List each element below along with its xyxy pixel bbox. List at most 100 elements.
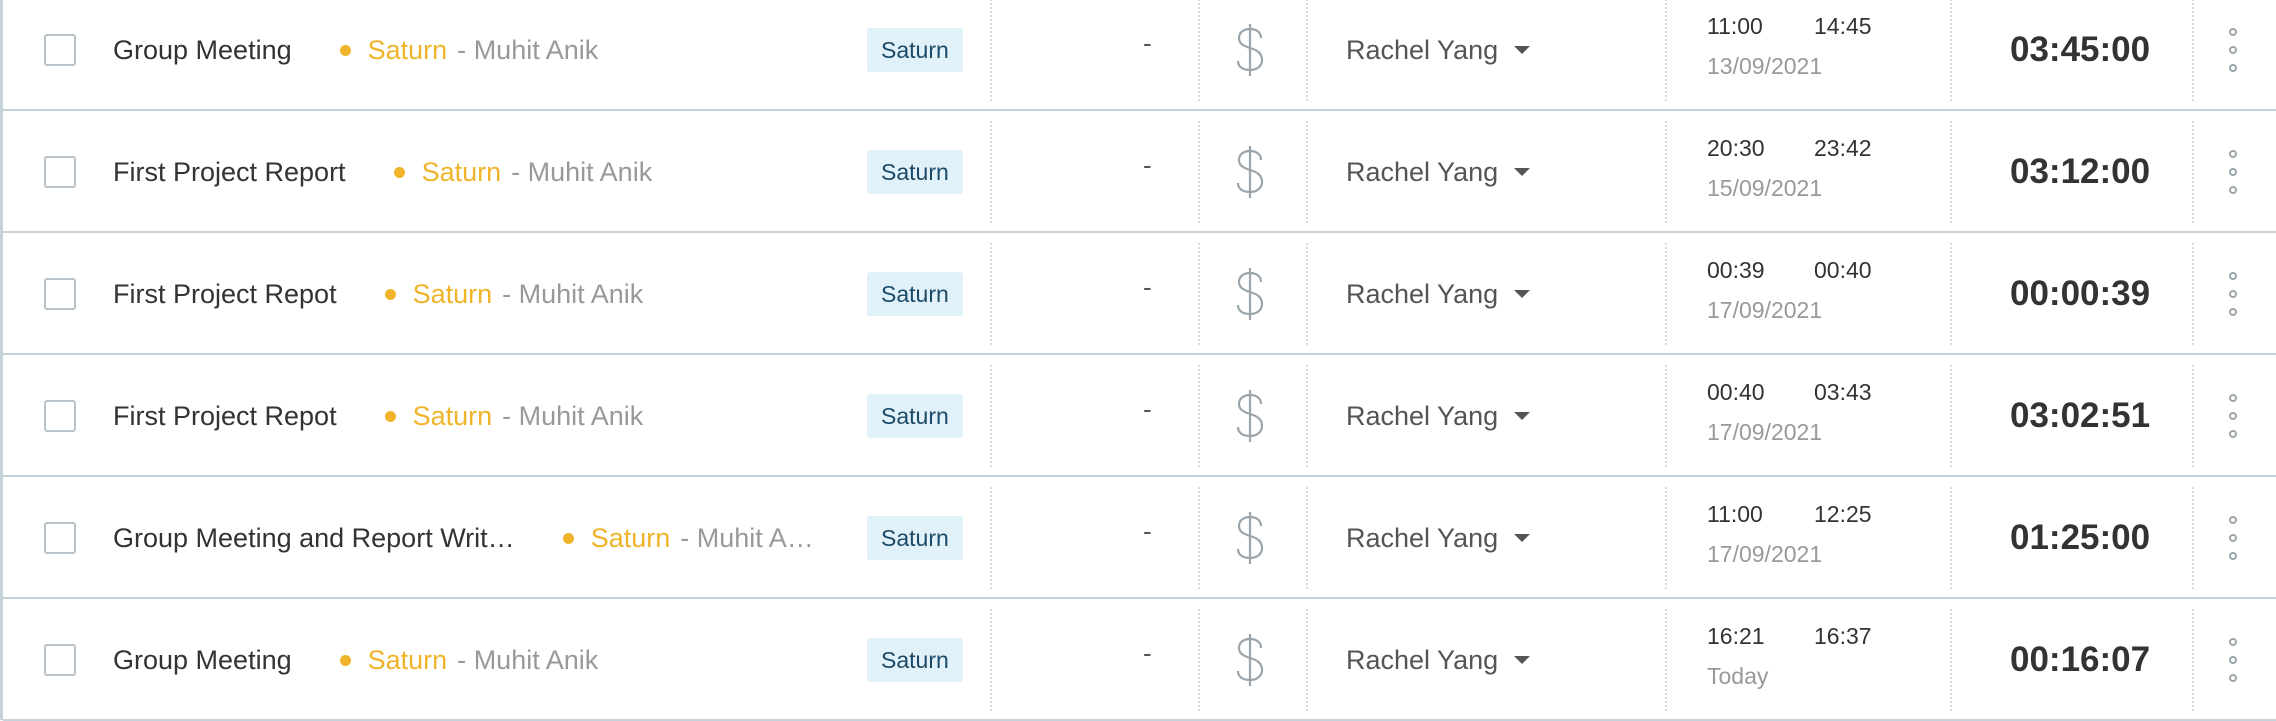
column-divider (2192, 487, 2194, 589)
column-divider (990, 487, 992, 589)
dollar-icon[interactable] (1230, 510, 1270, 566)
column-divider (1665, 365, 1667, 467)
user-dropdown[interactable]: Rachel Yang (1346, 154, 1531, 190)
start-time[interactable]: 00:39 (1707, 257, 1765, 284)
entry-date[interactable]: 13/09/2021 (1707, 53, 1822, 80)
more-options-icon[interactable] (2225, 150, 2241, 194)
entry-project[interactable]: Saturn - Muhit Anik (339, 35, 598, 66)
entry-checkbox[interactable] (44, 278, 76, 310)
start-time[interactable]: 20:30 (1707, 135, 1765, 162)
start-time[interactable]: 11:00 (1707, 501, 1763, 528)
column-divider (1665, 243, 1667, 345)
entry-description[interactable]: Group Meeting (113, 35, 292, 66)
end-time[interactable]: 12:25 (1814, 501, 1872, 528)
project-color-dot-icon (339, 654, 351, 666)
entry-checkbox[interactable] (44, 34, 76, 66)
entry-task[interactable]: - (1143, 638, 1152, 669)
entry-tag[interactable]: Saturn (867, 516, 963, 560)
entry-task[interactable]: - (1143, 272, 1152, 303)
entry-date[interactable]: 17/09/2021 (1707, 541, 1822, 568)
entry-tag[interactable]: Saturn (867, 272, 963, 316)
entry-checkbox[interactable] (44, 644, 76, 676)
entry-checkbox[interactable] (44, 400, 76, 432)
client-name: - Muhit A… (680, 522, 814, 553)
more-options-icon[interactable] (2225, 272, 2241, 316)
end-time[interactable]: 14:45 (1814, 13, 1872, 40)
user-dropdown[interactable]: Rachel Yang (1346, 520, 1531, 556)
entry-duration[interactable]: 03:02:51 (2010, 396, 2150, 436)
entry-date[interactable]: Today (1707, 663, 1768, 690)
column-divider (1665, 609, 1667, 711)
entry-project[interactable]: Saturn - Muhit Anik (339, 645, 598, 676)
time-entry-row: Group Meeting and Report Writ… Saturn - … (3, 479, 2276, 599)
entry-duration[interactable]: 03:12:00 (2010, 152, 2150, 192)
end-time[interactable]: 16:37 (1814, 623, 1872, 650)
dollar-icon[interactable] (1230, 144, 1270, 200)
user-dropdown[interactable]: Rachel Yang (1346, 276, 1531, 312)
entry-tag[interactable]: Saturn (867, 394, 963, 438)
entry-description[interactable]: First Project Report (113, 157, 346, 188)
column-divider (1306, 121, 1308, 223)
time-entry-row: First Project Report Saturn - Muhit Anik… (3, 113, 2276, 233)
column-divider (1665, 121, 1667, 223)
more-options-icon[interactable] (2225, 516, 2241, 560)
dollar-icon[interactable] (1230, 632, 1270, 688)
column-divider (990, 243, 992, 345)
caret-down-icon (1514, 656, 1531, 664)
end-time[interactable]: 03:43 (1814, 379, 1872, 406)
entry-duration[interactable]: 03:45:00 (2010, 30, 2150, 70)
entry-project[interactable]: Saturn - Muhit Anik (384, 279, 643, 310)
end-time[interactable]: 00:40 (1814, 257, 1872, 284)
more-options-icon[interactable] (2225, 28, 2241, 72)
entry-tag[interactable]: Saturn (867, 28, 963, 72)
entry-tag[interactable]: Saturn (867, 150, 963, 194)
column-divider (1198, 121, 1200, 223)
dollar-icon[interactable] (1230, 388, 1270, 444)
entry-checkbox[interactable] (44, 156, 76, 188)
caret-down-icon (1514, 46, 1531, 54)
entry-tag[interactable]: Saturn (867, 638, 963, 682)
entry-task[interactable]: - (1143, 150, 1152, 181)
entry-project[interactable]: Saturn - Muhit Anik (384, 401, 643, 432)
more-options-icon[interactable] (2225, 394, 2241, 438)
column-divider (1950, 609, 1952, 711)
dollar-icon[interactable] (1230, 266, 1270, 322)
end-time[interactable]: 23:42 (1814, 135, 1872, 162)
time-entry-list: Group Meeting Saturn - Muhit Anik Saturn… (0, 0, 2276, 721)
entry-project[interactable]: Saturn - Muhit Anik (393, 157, 652, 188)
user-name: Rachel Yang (1346, 522, 1499, 553)
entry-task[interactable]: - (1143, 516, 1152, 547)
column-divider (1950, 365, 1952, 467)
user-dropdown[interactable]: Rachel Yang (1346, 398, 1531, 434)
entry-task[interactable]: - (1143, 28, 1152, 59)
user-dropdown[interactable]: Rachel Yang (1346, 642, 1531, 678)
entry-description[interactable]: First Project Repot (113, 401, 337, 432)
project-color-dot-icon (562, 532, 574, 544)
start-time[interactable]: 11:00 (1707, 13, 1763, 40)
entry-checkbox[interactable] (44, 522, 76, 554)
column-divider (1306, 0, 1308, 101)
entry-date[interactable]: 17/09/2021 (1707, 297, 1822, 324)
entry-duration[interactable]: 01:25:00 (2010, 518, 2150, 558)
time-entry-row: First Project Repot Saturn - Muhit Anik … (3, 357, 2276, 477)
more-options-icon[interactable] (2225, 638, 2241, 682)
entry-task[interactable]: - (1143, 394, 1152, 425)
entry-description[interactable]: First Project Repot (113, 279, 337, 310)
entry-description[interactable]: Group Meeting and Report Writ… (113, 523, 515, 554)
entry-date[interactable]: 17/09/2021 (1707, 419, 1822, 446)
user-dropdown[interactable]: Rachel Yang (1346, 32, 1531, 68)
start-time[interactable]: 16:21 (1707, 623, 1765, 650)
entry-duration[interactable]: 00:16:07 (2010, 640, 2150, 680)
time-entry-row: First Project Repot Saturn - Muhit Anik … (3, 235, 2276, 355)
start-time[interactable]: 00:40 (1707, 379, 1765, 406)
entry-duration[interactable]: 00:00:39 (2010, 274, 2150, 314)
entry-description-group: Group Meeting Saturn - Muhit Anik (113, 0, 833, 109)
column-divider (990, 365, 992, 467)
user-name: Rachel Yang (1346, 156, 1499, 187)
entry-description[interactable]: Group Meeting (113, 645, 292, 676)
entry-project[interactable]: Saturn - Muhit A… (562, 522, 814, 554)
time-entry-row: Group Meeting Saturn - Muhit Anik Saturn… (3, 0, 2276, 111)
column-divider (1198, 487, 1200, 589)
entry-date[interactable]: 15/09/2021 (1707, 175, 1822, 202)
dollar-icon[interactable] (1230, 22, 1270, 78)
